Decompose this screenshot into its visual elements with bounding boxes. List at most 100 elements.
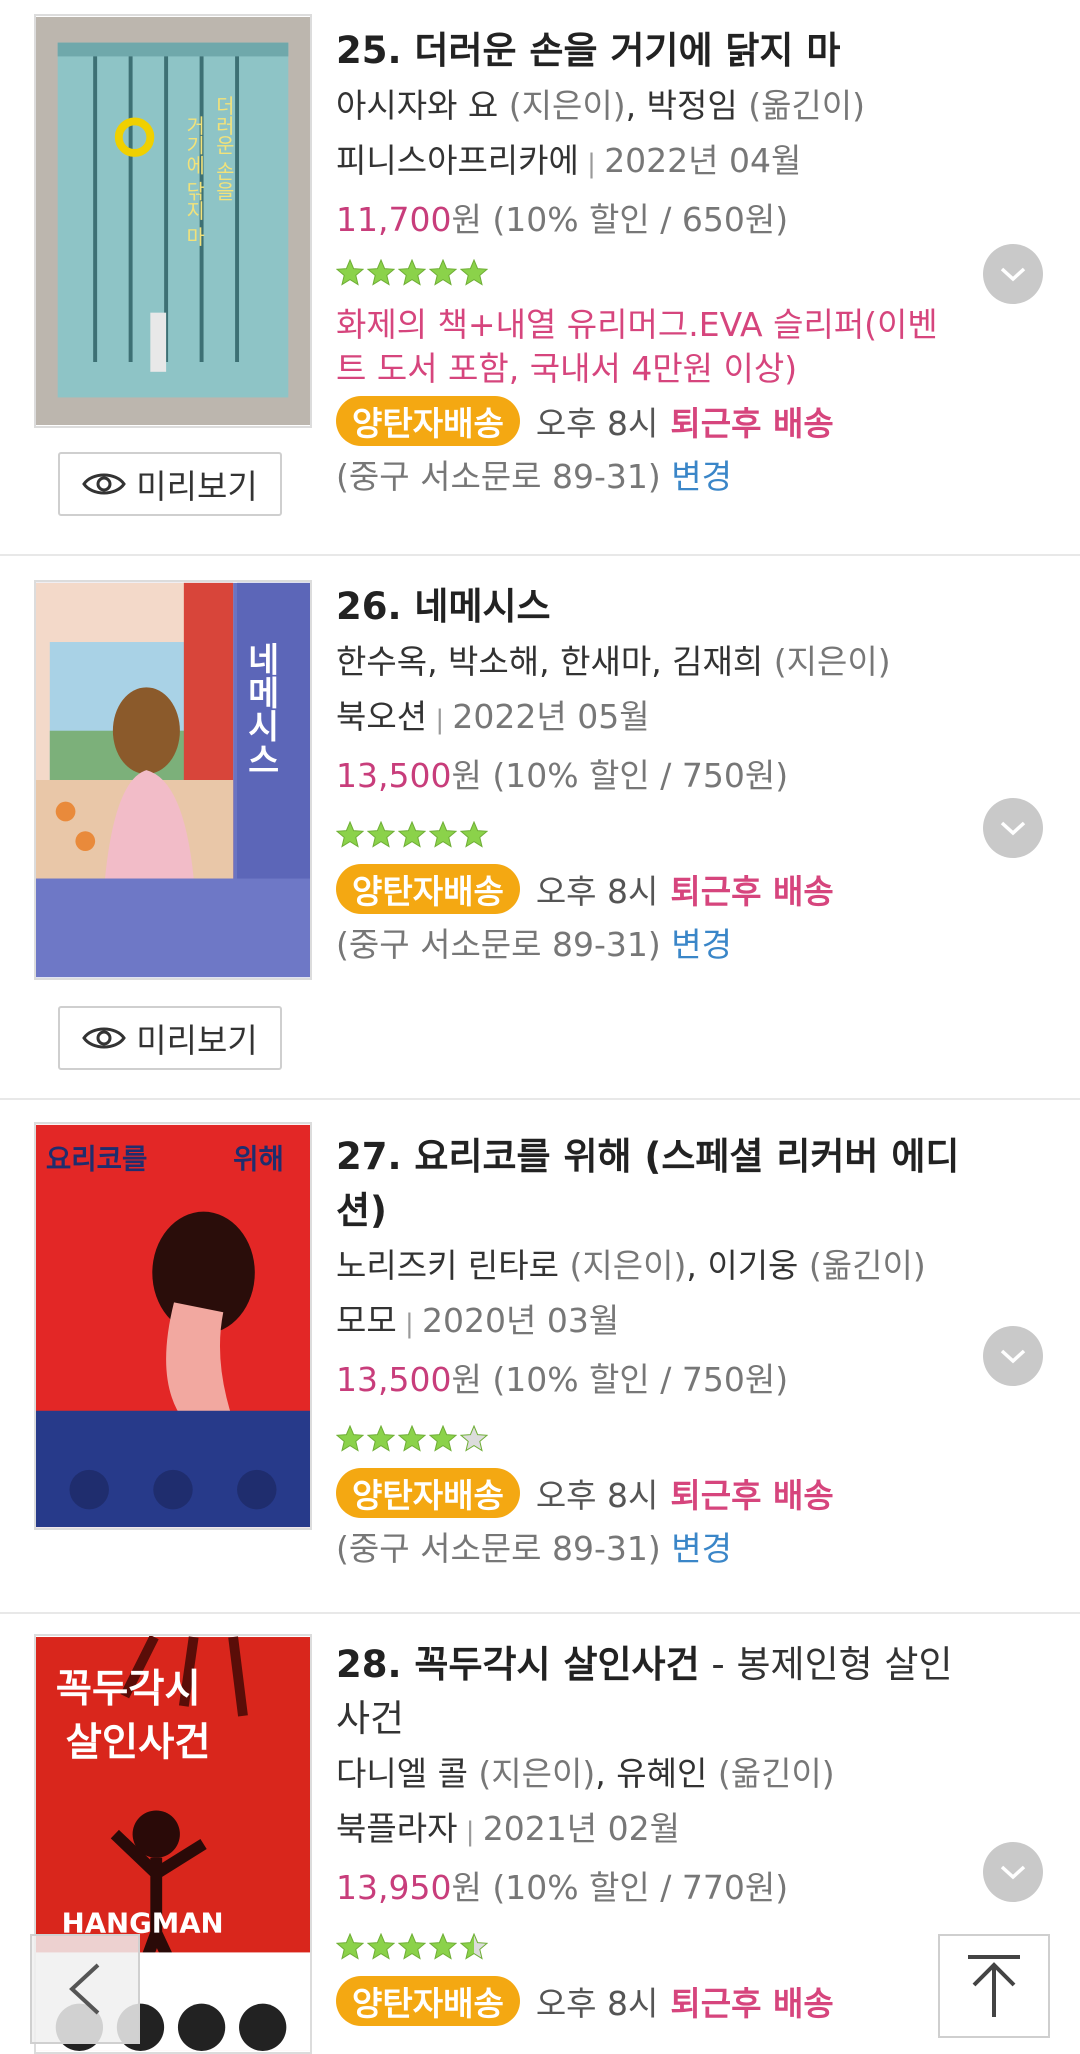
star-icon (336, 1933, 364, 1960)
shipping-badge: 양탄자배송 (336, 1976, 520, 2026)
rating-stars (336, 809, 966, 861)
star-icon (398, 821, 426, 848)
book-title[interactable]: 27. 요리코를 위해 (스페셜 리커버 에디션) (336, 1130, 966, 1238)
change-address-link[interactable]: 변경 (671, 457, 732, 496)
price-unit: 원 (451, 1360, 482, 1399)
translator-name[interactable]: 이기웅 (707, 1246, 798, 1285)
author-separator: , (686, 1246, 708, 1285)
pub-date: 2022년 04월 (604, 141, 802, 180)
back-arrow-icon (69, 1963, 100, 2015)
cover-title-line: 살인사건 (66, 1719, 211, 1765)
price-unit: 원 (451, 1868, 482, 1907)
shipping-row: 양탄자배송 오후 8시 퇴근후 배송 (336, 861, 966, 917)
star-icon (460, 821, 488, 848)
publisher[interactable]: 북오션 (336, 697, 427, 736)
scroll-to-top-button[interactable] (938, 1934, 1050, 2038)
star-icon (398, 259, 426, 286)
rating-stars (336, 1921, 966, 1973)
scroll-top-icon (968, 1955, 1020, 2017)
divider: | (396, 1309, 423, 1339)
shipping-time: 오후 8시 (535, 872, 659, 911)
translator-name[interactable]: 박정임 (647, 86, 738, 125)
address-line: (중구 서소문로 89-31) 변경 (336, 1521, 966, 1576)
expand-button[interactable] (983, 1842, 1043, 1902)
book-item: 네메시스 미리보기 26. 네메시스 한수옥, 박소해, 한새마, 김재희 (지… (0, 556, 1080, 1100)
discount-info: (10% 할인 / 650원) (481, 200, 789, 239)
shipping-badge: 양탄자배송 (336, 864, 520, 914)
publisher[interactable]: 모모 (336, 1301, 397, 1340)
book-title-main[interactable]: 28. 꼭두각시 살인사건 (336, 1643, 700, 1686)
preview-label: 미리보기 (136, 467, 258, 506)
book-title[interactable]: 25. 더러운 손을 거기에 닭지 마 (336, 24, 966, 78)
author-name[interactable]: 노리즈키 린타로 (336, 1246, 559, 1285)
address-line: (중구 서소문로 89-31) 변경 (336, 917, 966, 972)
sale-price: 13,950 (336, 1868, 452, 1907)
expand-button[interactable] (983, 244, 1043, 304)
author-name[interactable]: 아시자와 요 (336, 86, 498, 125)
price-unit: 원 (451, 200, 482, 239)
divider: | (427, 705, 453, 735)
chevron-down-icon (1000, 821, 1026, 836)
rating-stars (336, 1413, 966, 1465)
shipping-type: 퇴근후 배송 (670, 872, 834, 911)
translator-role: (옮긴이) (707, 1754, 835, 1793)
star-icon (336, 259, 364, 286)
sale-price: 13,500 (336, 756, 452, 795)
translator-role: (옮긴이) (798, 1246, 926, 1285)
author-role: (지은이) (763, 642, 891, 681)
pub-date: 2020년 03월 (422, 1301, 620, 1340)
preview-button[interactable]: 미리보기 (58, 452, 282, 516)
shipping-badge: 양탄자배송 (336, 1468, 520, 1518)
cover-image: 요리코를 위해 (36, 1124, 310, 1528)
author-name[interactable]: 한수옥, 박소해, 한새마, 김재희 (336, 642, 763, 681)
eye-icon (82, 473, 127, 495)
star-icon (460, 1425, 488, 1452)
book-item: 더러운 손을 거기에 닦지 마 미리보기 25. 더러운 손을 거기에 닭지 마… (0, 0, 1080, 556)
price-unit: 원 (451, 756, 482, 795)
publisher[interactable]: 피니스아프리카에 (336, 141, 579, 180)
author-role: (지은이) (498, 86, 626, 125)
star-icon (429, 1933, 457, 1960)
author-line: 다니엘 콜 (지은이), 유혜인 (옮긴이) (336, 1746, 966, 1801)
shipping-row: 양탄자배송 오후 8시 퇴근후 배송 (336, 1973, 966, 2029)
expand-button[interactable] (983, 798, 1043, 858)
cover-title-line: 요리코를 (46, 1142, 148, 1175)
cover-title-line: 더러운 손을 (212, 96, 235, 201)
pub-date: 2022년 05월 (452, 697, 650, 736)
star-icon (336, 1425, 364, 1452)
change-address-link[interactable]: 변경 (671, 925, 732, 964)
shipping-time: 오후 8시 (535, 404, 659, 443)
book-title[interactable]: 28. 꼭두각시 살인사건 - 봉제인형 살인사건 (336, 1638, 966, 1746)
star-icon (336, 821, 364, 848)
expand-button[interactable] (983, 1326, 1043, 1386)
cover-image: 네메시스 (36, 582, 310, 978)
chevron-down-icon (1000, 1349, 1026, 1364)
author-name[interactable]: 다니엘 콜 (336, 1754, 468, 1793)
publisher-line: 북오션 | 2022년 05월 (336, 689, 966, 748)
price-line: 13,500원 (10% 할인 / 750원) (336, 1352, 966, 1407)
author-separator: , (595, 1754, 617, 1793)
book-cover[interactable]: 네메시스 (34, 580, 312, 980)
translator-name[interactable]: 유혜인 (616, 1754, 707, 1793)
discount-info: (10% 할인 / 750원) (481, 1360, 789, 1399)
cover-title-line: 위해 (233, 1142, 284, 1175)
publisher[interactable]: 북플라자 (336, 1809, 457, 1848)
author-line: 아시자와 요 (지은이), 박정임 (옮긴이) (336, 78, 966, 133)
author-line: 노리즈키 린타로 (지은이), 이기웅 (옮긴이) (336, 1238, 966, 1293)
back-button[interactable] (30, 1934, 140, 2044)
rating-stars (336, 247, 966, 299)
promo-text[interactable]: 화제의 책+내열 유리머그.EVA 슬리퍼(이벤트 도서 포함, 국내서 4만원… (336, 303, 966, 391)
change-address-link[interactable]: 변경 (671, 1529, 732, 1568)
chevron-down-icon (1000, 267, 1026, 282)
star-icon (367, 259, 395, 286)
book-cover[interactable]: 더러운 손을 거기에 닦지 마 (34, 14, 312, 428)
discount-info: (10% 할인 / 770원) (481, 1868, 789, 1907)
book-title[interactable]: 26. 네메시스 (336, 580, 966, 634)
preview-button[interactable]: 미리보기 (58, 1006, 282, 1070)
book-cover[interactable]: 요리코를 위해 (34, 1122, 312, 1530)
price-line: 13,950원 (10% 할인 / 770원) (336, 1860, 966, 1915)
star-icon (429, 1425, 457, 1452)
author-separator: , (625, 86, 647, 125)
translator-role: (옮긴이) (737, 86, 866, 125)
publisher-line: 북플라자 | 2021년 02월 (336, 1801, 966, 1860)
